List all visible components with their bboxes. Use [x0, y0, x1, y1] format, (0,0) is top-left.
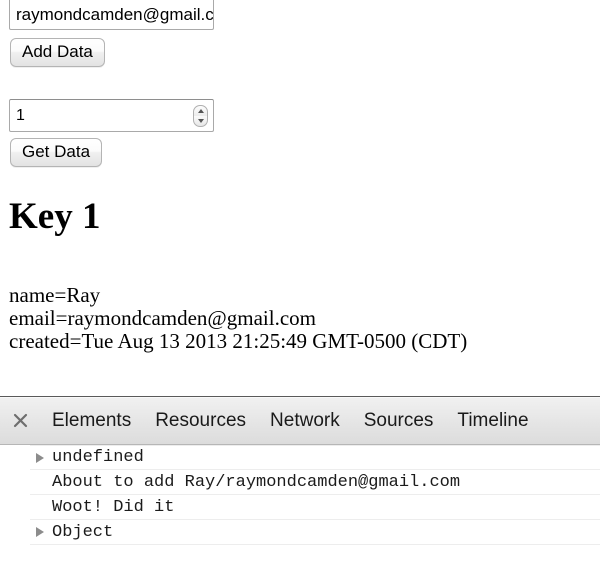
- key-number-input[interactable]: 1: [9, 99, 214, 132]
- page-title: Key 1: [9, 196, 101, 237]
- console-row[interactable]: Woot! Did it: [30, 495, 600, 520]
- result-line-name: name=Ray: [9, 283, 101, 307]
- console-row[interactable]: About to add Ray/raymondcamden@gmail.com: [30, 470, 600, 495]
- result-line-email: email=raymondcamden@gmail.com: [9, 306, 317, 330]
- email-input[interactable]: raymondcamden@gmail.com: [9, 0, 214, 30]
- console-message-text: Object: [52, 522, 114, 542]
- tab-network[interactable]: Network: [258, 398, 352, 444]
- add-data-button[interactable]: Add Data: [10, 38, 105, 67]
- disclosure-triangle-icon[interactable]: [30, 452, 50, 463]
- devtools-panel: Elements Resources Network Sources Timel…: [0, 396, 600, 571]
- stepper-down-icon[interactable]: [197, 118, 204, 123]
- tab-timeline[interactable]: Timeline: [445, 398, 540, 444]
- stepper-up-icon[interactable]: [197, 108, 204, 113]
- tab-elements[interactable]: Elements: [40, 398, 143, 444]
- tab-sources[interactable]: Sources: [352, 398, 446, 444]
- close-devtools-button[interactable]: [0, 413, 40, 428]
- console-message-text: Woot! Did it: [52, 497, 175, 517]
- console-message-text: About to add Ray/raymondcamden@gmail.com: [52, 472, 461, 492]
- result-line-created: created=Tue Aug 13 2013 21:25:49 GMT-050…: [9, 329, 468, 353]
- result-details: name=Ray email=raymondcamden@gmail.com c…: [9, 284, 467, 353]
- close-icon: [13, 413, 27, 428]
- console-message-list[interactable]: undefined About to add Ray/raymondcamden…: [0, 445, 600, 571]
- devtools-tabbar: Elements Resources Network Sources Timel…: [0, 397, 600, 445]
- browser-page-content: raymondcamden@gmail.com Add Data 1 Get D…: [0, 0, 600, 396]
- disclosure-triangle-icon[interactable]: [30, 527, 50, 537]
- console-row[interactable]: Object: [30, 520, 600, 545]
- get-data-button[interactable]: Get Data: [10, 138, 103, 167]
- key-input-value: 1: [16, 107, 25, 124]
- console-message-text: undefined: [52, 448, 144, 467]
- tab-resources[interactable]: Resources: [143, 398, 258, 444]
- console-row[interactable]: undefined: [30, 445, 600, 470]
- number-stepper[interactable]: [193, 104, 208, 127]
